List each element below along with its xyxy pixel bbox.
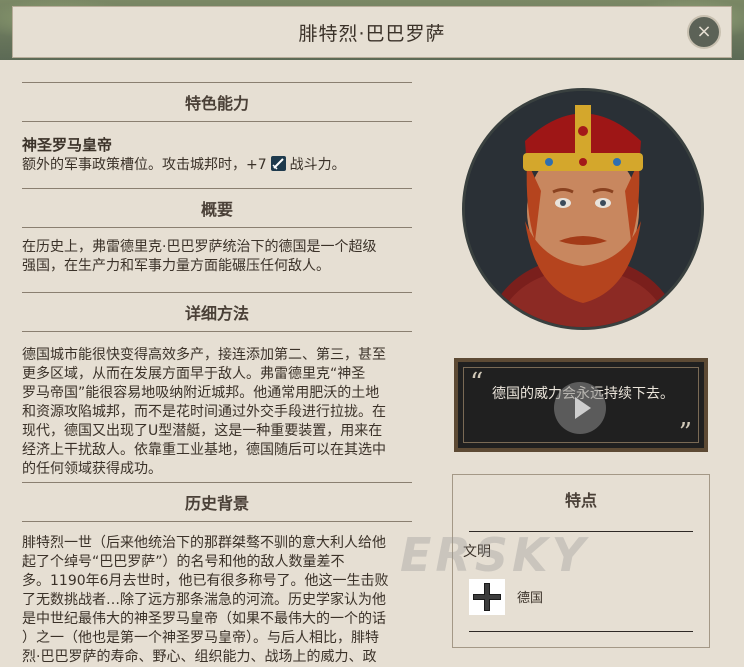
history-text: 腓特烈一世（后来他统治下的那群桀骜不驯的意大利人给他 起了个绰号“巴巴罗萨”）的… [22,534,438,667]
section-heading-history: 历史背景 [22,482,412,522]
close-icon: × [696,21,712,42]
history-line: ）之一（他也是第一个神圣罗马皇帝）。与后人相比，腓特 [22,630,379,646]
traits-title: 特点 [564,491,597,510]
title-banner: 腓特烈·巴巴罗萨 × [12,6,732,58]
ability-title: 神圣罗马皇帝 [22,136,113,154]
play-quote-button[interactable] [554,382,606,434]
quote-box: “ 德国的威力会永远持续下去。 ” [454,358,708,452]
details-line: 更多区域，从而在发展方面早于敌人。弗雷德里克“神圣 [22,366,366,382]
history-line: 了无数挑战者…除了远方那条湍急的河流。历史学家认为他 [22,592,386,608]
overview-line: 在历史上，弗雷德里克·巴巴罗萨统治下的德国是一个超级 [22,239,377,255]
details-line: 现代，德国又出现了U型潜艇，这是一种重要装置，用来在 [22,423,383,439]
divider [469,631,693,632]
leader-portrait-art [465,91,701,327]
germany-cross-icon[interactable] [469,579,505,615]
section-heading-ability: 特色能力 [22,82,412,122]
ability-desc: 额外的军事政策槽位。攻击城邦时，+7 战斗力。 [22,154,346,174]
details-line: 罗马帝国”能很容易地吸纳附近城邦。他通常用肥沃的土地 [22,385,380,401]
history-line: 多。1190年6月去世时，他已有很多称号了。他这一生击败 [22,573,389,589]
civ-name[interactable]: 德国 [517,587,543,606]
section-heading-details: 详细方法 [22,292,412,332]
details-line: 和资源攻陷城邦，而不是花时间通过外交手段进行拉拢。在 [22,404,386,420]
overview-text: 在历史上，弗雷德里克·巴巴罗萨统治下的德国是一个超级 强国，在生产力和军事力量方… [22,238,438,276]
close-quote-icon: ” [678,418,692,448]
info-panel: 特色能力 神圣罗马皇帝 额外的军事政策槽位。攻击城邦时，+7 战斗力。 概要 在… [0,60,450,665]
details-line: 德国城市能很快变得高效多产，接连添加第二、第三，甚至 [22,347,386,363]
details-line: 经济上干扰敌人。依靠重工业基地，德国随后可以在其选中 [22,442,386,458]
sword-icon [270,156,286,171]
ability-desc-after: 战斗力。 [289,157,346,173]
history-line: 是中世纪最伟大的神圣罗马皇帝（如果不最伟大的一个的话 [22,611,386,627]
open-quote-icon: “ [470,368,484,398]
details-line: 的任何领域获得成功。 [22,461,162,477]
page-title: 腓特烈·巴巴罗萨 [298,22,446,45]
overview-line: 强国，在生产力和军事力量方面能碾压任何敌人。 [22,258,330,274]
history-line: 烈·巴巴罗萨的寿命、野心、组织能力、战场上的威力、政 [22,649,377,665]
ability-desc-before: 额外的军事政策槽位。攻击城邦时，+7 [22,157,267,173]
header-banner: 腓特烈·巴巴罗萨 × [0,0,744,60]
history-line: 腓特烈一世（后来他统治下的那群桀骜不驯的意大利人给他 [22,535,386,551]
watermark: ERSKY [400,528,589,582]
history-line: 起了个绰号“巴巴罗萨”）的名号和他的敌人数量差不 [22,554,345,570]
details-text: 德国城市能很快变得高效多产，接连添加第二、第三，甚至 更多区域，从而在发展方面早… [22,346,438,479]
section-heading-overview: 概要 [22,188,412,228]
close-button[interactable]: × [687,15,721,49]
leader-portrait [462,88,704,330]
